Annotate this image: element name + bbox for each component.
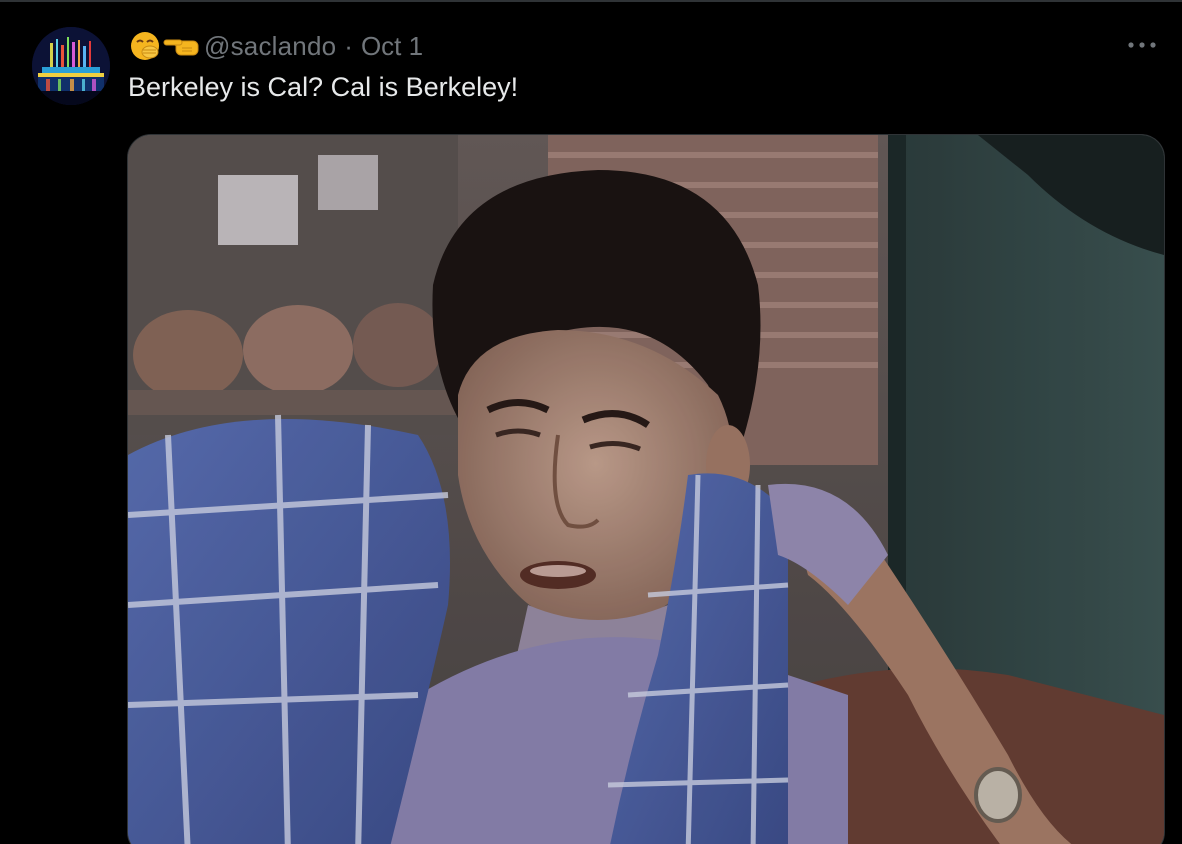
tweet-text: Berkeley is Cal? Cal is Berkeley! — [128, 72, 519, 102]
divider — [0, 0, 1182, 2]
tweet-page: @saclando · Oct 1 Berkeley is Cal? Cal i… — [0, 0, 1182, 844]
more-horizontal-icon — [1128, 42, 1156, 48]
more-options-button[interactable] — [1122, 30, 1162, 60]
face-with-hand-over-mouth-icon — [128, 30, 162, 62]
tweet-date[interactable]: Oct 1 — [361, 31, 423, 62]
user-handle[interactable]: @saclando — [204, 31, 336, 62]
backhand-index-pointing-left-icon — [162, 30, 199, 62]
tweet-header: @saclando · Oct 1 — [128, 30, 423, 62]
tweet-media-video[interactable] — [127, 134, 1165, 844]
separator-dot: · — [344, 30, 353, 61]
avatar[interactable] — [32, 27, 110, 105]
